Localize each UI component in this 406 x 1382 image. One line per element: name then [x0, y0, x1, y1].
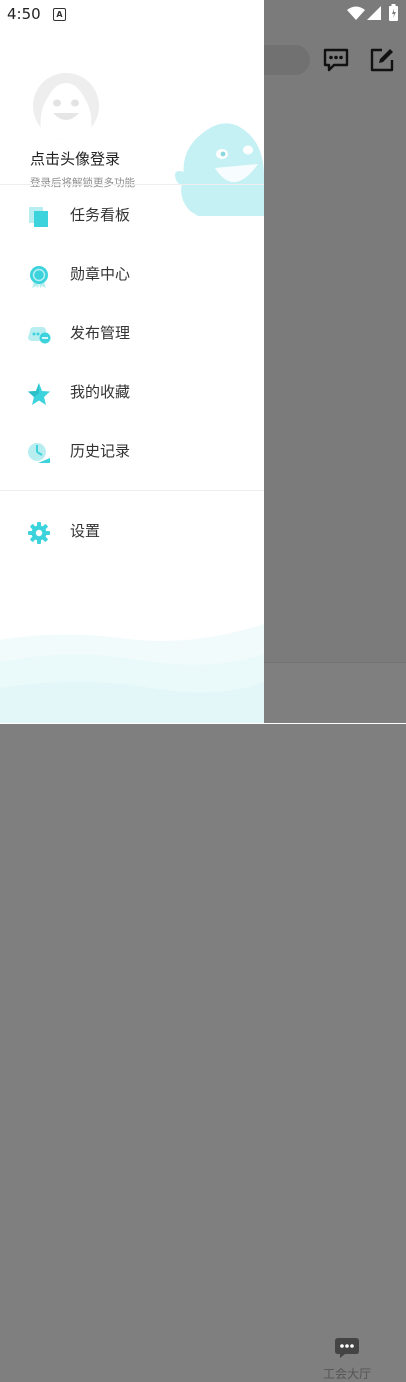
menu-item-label: 历史记录: [70, 442, 131, 460]
menu-item-publish-management[interactable]: 发布管理: [0, 304, 264, 363]
tab-guild-hall-label: 工会大厅: [322, 1367, 371, 1381]
signal-icon: [367, 6, 381, 20]
divider: [0, 184, 264, 185]
status-time: 4:50: [7, 5, 41, 23]
chat-bubble-icon: [335, 1338, 359, 1358]
battery-icon: [389, 4, 398, 21]
default-avatar-icon: [33, 73, 99, 139]
wifi-icon: [347, 6, 365, 20]
login-title[interactable]: 点击头像登录: [30, 148, 120, 169]
menu-item-my-favorites[interactable]: 我的收藏: [0, 363, 264, 422]
menu-item-task-board[interactable]: 任务看板: [0, 186, 264, 245]
menu-item-label: 设置: [70, 522, 101, 540]
task-board-icon: [29, 207, 48, 227]
drawer-header: 点击头像登录 登录后将解锁更多功能: [0, 28, 264, 216]
notification-icon: A: [53, 8, 66, 21]
menu-item-settings[interactable]: 设置: [0, 502, 264, 561]
wave-decoration: [0, 624, 264, 723]
menu-item-label: 勋章中心: [70, 265, 131, 283]
menu-item-history[interactable]: 历史记录: [0, 422, 264, 481]
menu-item-label: 任务看板: [70, 206, 131, 224]
menu-item-medal-center[interactable]: 勋章中心: [0, 245, 264, 304]
menu-item-label: 发布管理: [70, 324, 131, 342]
status-bar: 4:50 A: [0, 0, 406, 28]
history-icon: [28, 443, 50, 463]
menu-item-label: 我的收藏: [70, 383, 131, 401]
navigation-drawer: 点击头像登录 登录后将解锁更多功能 任务看板 勋章中心 发布管理 我的收藏 历史…: [0, 0, 264, 723]
divider: [0, 490, 264, 491]
star-icon: [28, 383, 50, 405]
gear-icon: [28, 522, 50, 544]
medal-icon: [30, 266, 48, 288]
tab-guild-hall[interactable]: 工会大厅: [317, 1337, 377, 1382]
publish-manage-icon: [28, 327, 51, 344]
avatar[interactable]: [33, 73, 99, 139]
